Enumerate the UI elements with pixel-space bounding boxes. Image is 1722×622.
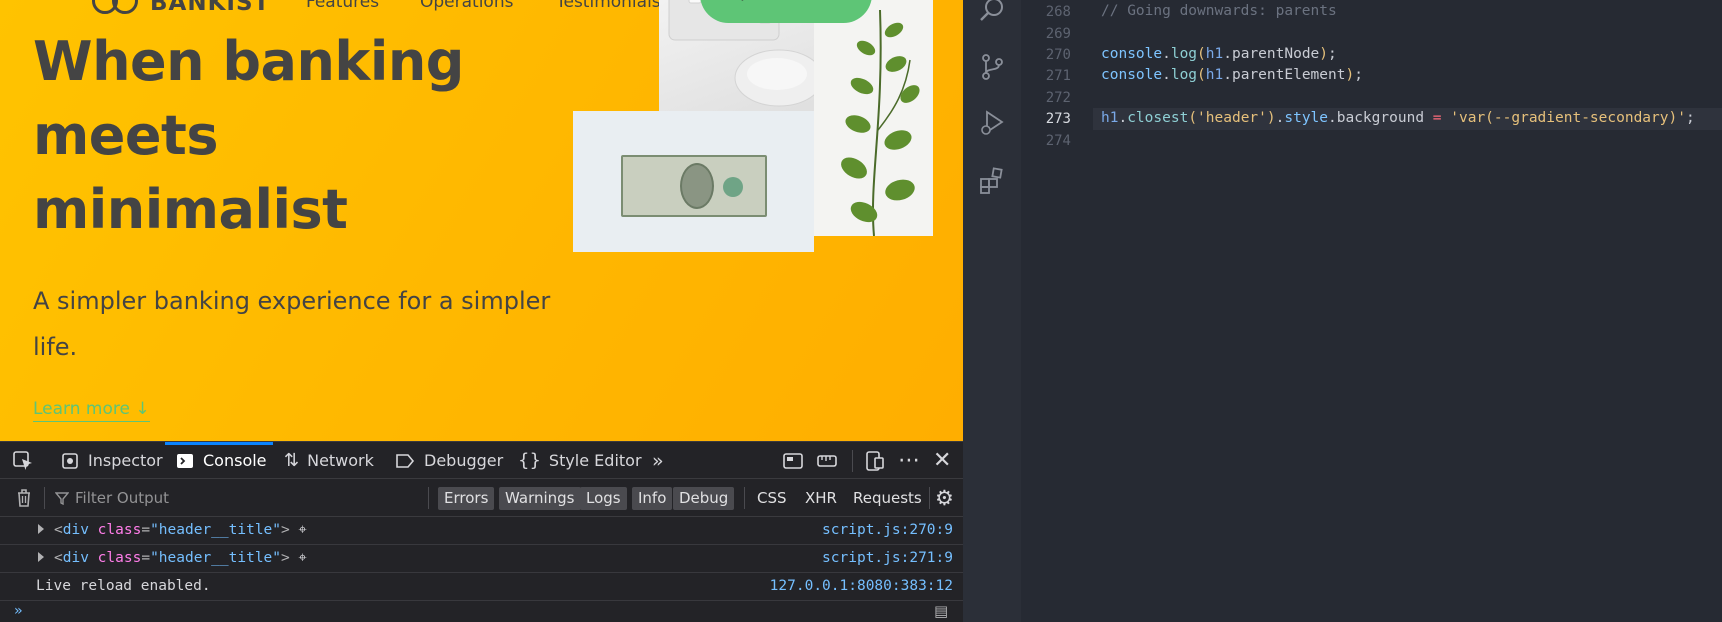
code-editor[interactable]: 268 269 270 271 272 273 274 // Going dow… bbox=[1021, 0, 1722, 622]
console-icon bbox=[175, 451, 195, 471]
screen: BANKIST Features Operations Testimonials bbox=[0, 0, 1722, 622]
filter-divider bbox=[744, 487, 745, 509]
code-line[interactable]: console.log(h1.parentElement); bbox=[1101, 67, 1363, 83]
filter-warnings-button[interactable]: Warnings bbox=[499, 487, 581, 510]
source-control-icon[interactable] bbox=[977, 52, 1007, 82]
line-number: 268 bbox=[1045, 4, 1071, 20]
console-message: Live reload enabled. 127.0.0.1:8080:383:… bbox=[0, 573, 963, 601]
element-picker-icon[interactable] bbox=[12, 442, 34, 479]
filter-placeholder: Filter Output bbox=[75, 489, 170, 507]
nav-link-operations[interactable]: Operations bbox=[420, 0, 513, 12]
trash-icon[interactable] bbox=[14, 479, 34, 517]
tab-label: Inspector bbox=[88, 451, 163, 470]
message-source-link[interactable]: script.js:271:9 bbox=[822, 550, 953, 566]
tab-style-editor[interactable]: {} Style Editor bbox=[518, 442, 642, 479]
toolbar-divider bbox=[852, 450, 853, 472]
console-message[interactable]: <div class="header__title"> ⌖ script.js:… bbox=[0, 517, 963, 545]
pick-color-icon[interactable] bbox=[782, 442, 804, 479]
filter-divider bbox=[929, 487, 930, 509]
measure-ruler-icon[interactable] bbox=[816, 442, 838, 479]
network-icon: ⇅ bbox=[284, 450, 300, 471]
filter-debug-button[interactable]: Debug bbox=[673, 487, 735, 510]
dollar-bill-illustration bbox=[621, 155, 767, 217]
devtools-toolbar: Inspector Console ⇅ Network Debugger {} … bbox=[0, 441, 963, 479]
filter-logs-button[interactable]: Logs bbox=[580, 487, 627, 510]
filter-xhr-button[interactable]: XHR bbox=[805, 487, 837, 510]
tab-label: Style Editor bbox=[548, 451, 642, 470]
message-text: <div class="header__title"> ⌖ bbox=[54, 550, 307, 566]
code-line[interactable]: console.log(h1.parentNode); bbox=[1101, 46, 1337, 62]
filter-funnel-icon bbox=[55, 491, 69, 505]
close-icon[interactable]: ✕ bbox=[933, 442, 951, 479]
node-target-icon[interactable]: ⌖ bbox=[298, 550, 306, 566]
logo-ring-icon bbox=[112, 0, 138, 14]
console-filter-bar: Filter Output Errors Warnings Logs Info … bbox=[0, 479, 963, 517]
tab-label: Network bbox=[307, 451, 374, 470]
filter-info-button[interactable]: Info bbox=[632, 487, 673, 510]
tab-console[interactable]: Console bbox=[165, 442, 273, 479]
code-line-current[interactable]: h1.closest('header').style.background = … bbox=[1101, 110, 1695, 126]
bill-portrait-icon bbox=[680, 163, 714, 209]
tab-inspector[interactable]: Inspector bbox=[56, 442, 167, 479]
nav-link-features[interactable]: Features bbox=[306, 0, 379, 12]
filter-output-input[interactable]: Filter Output bbox=[55, 485, 425, 511]
settings-gear-icon[interactable]: ⚙ bbox=[935, 479, 954, 517]
tab-label: Debugger bbox=[424, 451, 504, 470]
run-debug-icon[interactable] bbox=[977, 108, 1007, 138]
inspector-icon bbox=[60, 451, 80, 471]
plant-image bbox=[814, 0, 933, 237]
more-tabs-chevron-icon[interactable]: » bbox=[652, 442, 664, 479]
responsive-design-icon[interactable] bbox=[864, 442, 886, 479]
more-options-icon[interactable]: ⋯ bbox=[898, 442, 920, 479]
learn-more-link[interactable]: Learn more ↓ bbox=[33, 399, 150, 422]
hero-subtitle: A simpler banking experience for a simpl… bbox=[33, 287, 551, 361]
console-message[interactable]: <div class="header__title"> ⌖ script.js:… bbox=[0, 545, 963, 573]
line-number: 273 bbox=[1045, 111, 1071, 127]
filter-requests-button[interactable]: Requests bbox=[853, 487, 922, 510]
filter-errors-button[interactable]: Errors bbox=[438, 487, 495, 510]
open-account-button[interactable]: Open account bbox=[700, 0, 872, 23]
extensions-icon[interactable] bbox=[977, 166, 1007, 196]
message-source-link[interactable]: 127.0.0.1:8080:383:12 bbox=[770, 578, 953, 594]
tab-label: Console bbox=[203, 451, 267, 470]
message-text: Live reload enabled. bbox=[36, 578, 211, 594]
filter-divider bbox=[44, 487, 45, 509]
search-icon[interactable] bbox=[977, 0, 1007, 26]
line-number: 274 bbox=[1045, 133, 1071, 149]
tab-debugger[interactable]: Debugger bbox=[394, 442, 503, 479]
hero-title: When banking meets minimalist bbox=[33, 30, 464, 241]
tab-network[interactable]: ⇅ Network bbox=[284, 442, 374, 479]
editor-mode-icon[interactable]: ▤ bbox=[934, 601, 948, 621]
bill-seal-icon bbox=[723, 177, 743, 197]
console-output: <div class="header__title"> ⌖ script.js:… bbox=[0, 517, 963, 622]
expand-arrow-icon[interactable] bbox=[38, 524, 44, 534]
line-number: 270 bbox=[1045, 47, 1071, 63]
node-target-icon[interactable]: ⌖ bbox=[298, 522, 306, 538]
website-preview: BANKIST Features Operations Testimonials bbox=[0, 0, 963, 441]
debugger-icon bbox=[394, 451, 416, 471]
eucalyptus-illustration bbox=[841, 9, 920, 237]
message-text: <div class="header__title"> ⌖ bbox=[54, 522, 307, 538]
code-line[interactable]: // Going downwards: parents bbox=[1101, 3, 1337, 19]
logo-text: BANKIST bbox=[150, 0, 271, 16]
message-source-link[interactable]: script.js:270:9 bbox=[822, 522, 953, 538]
style-editor-icon: {} bbox=[518, 450, 541, 471]
line-number: 271 bbox=[1045, 68, 1071, 84]
console-input-prompt[interactable]: » bbox=[14, 603, 22, 619]
dollar-image bbox=[573, 111, 814, 252]
activity-bar bbox=[963, 0, 1021, 622]
line-number: 272 bbox=[1045, 90, 1071, 106]
nav-link-testimonials[interactable]: Testimonials bbox=[556, 0, 661, 12]
line-number: 269 bbox=[1045, 26, 1071, 42]
filter-css-button[interactable]: CSS bbox=[757, 487, 787, 510]
expand-arrow-icon[interactable] bbox=[38, 552, 44, 562]
filter-divider bbox=[428, 487, 429, 509]
